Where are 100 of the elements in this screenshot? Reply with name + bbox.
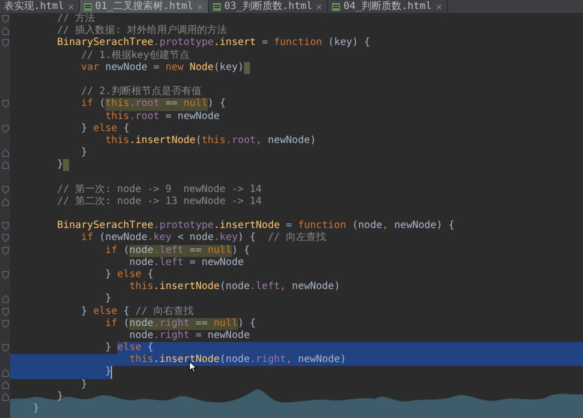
brace-match-marker: [244, 62, 250, 74]
code-token: .root: [129, 110, 160, 123]
text-caret: [111, 366, 112, 379]
code-token: = newNode: [164, 110, 220, 123]
close-icon[interactable]: [315, 2, 324, 10]
editor-tab[interactable]: 01_二叉搜索树.html: [80, 0, 210, 13]
code-token: }: [104, 268, 112, 282]
code-token: new: [165, 62, 185, 74]
fold-marker-icon[interactable]: [2, 222, 8, 230]
code-token: // 插入数据: 对外给用户调用的方法: [56, 25, 228, 37]
code-token: // 向左查找: [268, 232, 326, 245]
fold-marker-icon[interactable]: [2, 271, 8, 280]
fold-marker-icon[interactable]: [2, 124, 8, 133]
fold-marker-icon[interactable]: [2, 246, 8, 255]
fold-marker-icon[interactable]: [2, 380, 8, 389]
code-token: this: [202, 134, 226, 148]
code-token: (: [122, 244, 130, 257]
code-token: null: [208, 244, 232, 257]
code-token: BinarySerachTree: [56, 37, 154, 50]
code-token: .prototype: [153, 37, 214, 50]
fold-marker-icon[interactable]: [2, 320, 8, 328]
code-token: null: [184, 98, 208, 110]
code-token: (: [98, 98, 106, 110]
tab-label: 04_判断质数.html: [343, 0, 432, 12]
code-token: .prototype: [153, 220, 214, 232]
code-token: ==: [194, 318, 208, 330]
code-token: this: [104, 134, 130, 148]
code-token: ,: [280, 281, 287, 294]
file-icon: [213, 2, 222, 10]
code-token: }: [80, 122, 88, 135]
code-token: .left: [153, 256, 184, 269]
code-token: if: [104, 244, 118, 257]
fold-marker-icon[interactable]: [2, 198, 8, 206]
code-token: var: [80, 62, 100, 74]
tab-label: 01_二叉搜索树.html: [95, 0, 194, 12]
code-token: // 向右查找: [135, 306, 194, 318]
fold-marker-icon[interactable]: [2, 161, 8, 170]
code-token: {: [122, 306, 130, 318]
code-token: ) {: [238, 232, 257, 245]
code-token: .root: [226, 134, 256, 148]
code-token: .right: [250, 354, 286, 366]
code-token: // 1.根据key创建节点: [80, 50, 190, 62]
code-token: ) {: [232, 244, 250, 257]
code-token: = newNode: [188, 256, 244, 269]
fold-marker-icon[interactable]: [2, 295, 8, 304]
code-token: this: [105, 98, 130, 110]
code-token: .insert: [214, 37, 256, 50]
code-token: (node: [220, 354, 250, 366]
code-token: (key) {: [327, 37, 370, 50]
close-icon[interactable]: [67, 2, 76, 10]
code-token: (: [122, 318, 130, 330]
close-icon[interactable]: [196, 2, 204, 10]
code-token: }: [33, 403, 40, 416]
code-token: function: [298, 220, 346, 232]
brace-match-marker: [63, 159, 70, 172]
code-token: node: [129, 244, 154, 257]
code-token: (node: [351, 220, 382, 232]
code-token: =: [260, 37, 269, 50]
fold-marker-icon[interactable]: [2, 186, 8, 194]
code-token: {: [146, 268, 154, 281]
code-token: }: [80, 306, 88, 318]
code-token: ==: [164, 98, 178, 110]
code-token: ) {: [208, 98, 226, 110]
code-token: // 第一次: node -> 9 newNode -> 14: [56, 184, 262, 196]
code-token: = newNode: [194, 330, 250, 342]
code-token: < node: [176, 232, 214, 245]
code-token: this: [104, 110, 130, 123]
code-token: }: [80, 147, 88, 160]
code-token: else: [117, 268, 142, 281]
fold-marker-icon[interactable]: [2, 15, 8, 24]
code-token: // 方法: [56, 13, 96, 24]
code-token: }: [56, 390, 64, 403]
code-token: newNode): [292, 281, 340, 294]
code-token: }: [80, 378, 88, 391]
mouse-pointer-icon: [189, 361, 197, 373]
code-token: // 2.判断根节点是否有值: [80, 86, 202, 98]
fold-marker-icon[interactable]: [2, 368, 8, 377]
close-icon[interactable]: [434, 2, 443, 10]
fold-marker-icon[interactable]: [2, 308, 8, 316]
code-token: node: [128, 330, 154, 342]
code-token: .key: [147, 232, 172, 245]
fold-marker-icon[interactable]: [2, 39, 8, 48]
code-token: else: [117, 342, 142, 354]
code-token: {: [122, 122, 130, 135]
fold-marker-icon[interactable]: [2, 344, 8, 352]
code-token: (key): [214, 62, 244, 74]
code-token: }: [56, 159, 64, 172]
code-token: node: [128, 256, 154, 269]
code-token: newNode): [268, 134, 316, 148]
fold-marker-icon[interactable]: [2, 234, 8, 242]
fold-marker-icon[interactable]: [2, 149, 8, 158]
code-token: .root: [129, 98, 160, 110]
code-token: .right: [153, 330, 190, 342]
fold-marker-icon[interactable]: [2, 100, 8, 108]
code-token: this: [128, 354, 154, 366]
fold-marker-icon[interactable]: [2, 27, 8, 36]
code-token: // 第二次: node -> 13 newNode -> 14: [56, 196, 262, 208]
file-icon: [332, 2, 340, 10]
fold-marker-icon[interactable]: [2, 392, 8, 401]
code-token: ,: [286, 354, 293, 366]
